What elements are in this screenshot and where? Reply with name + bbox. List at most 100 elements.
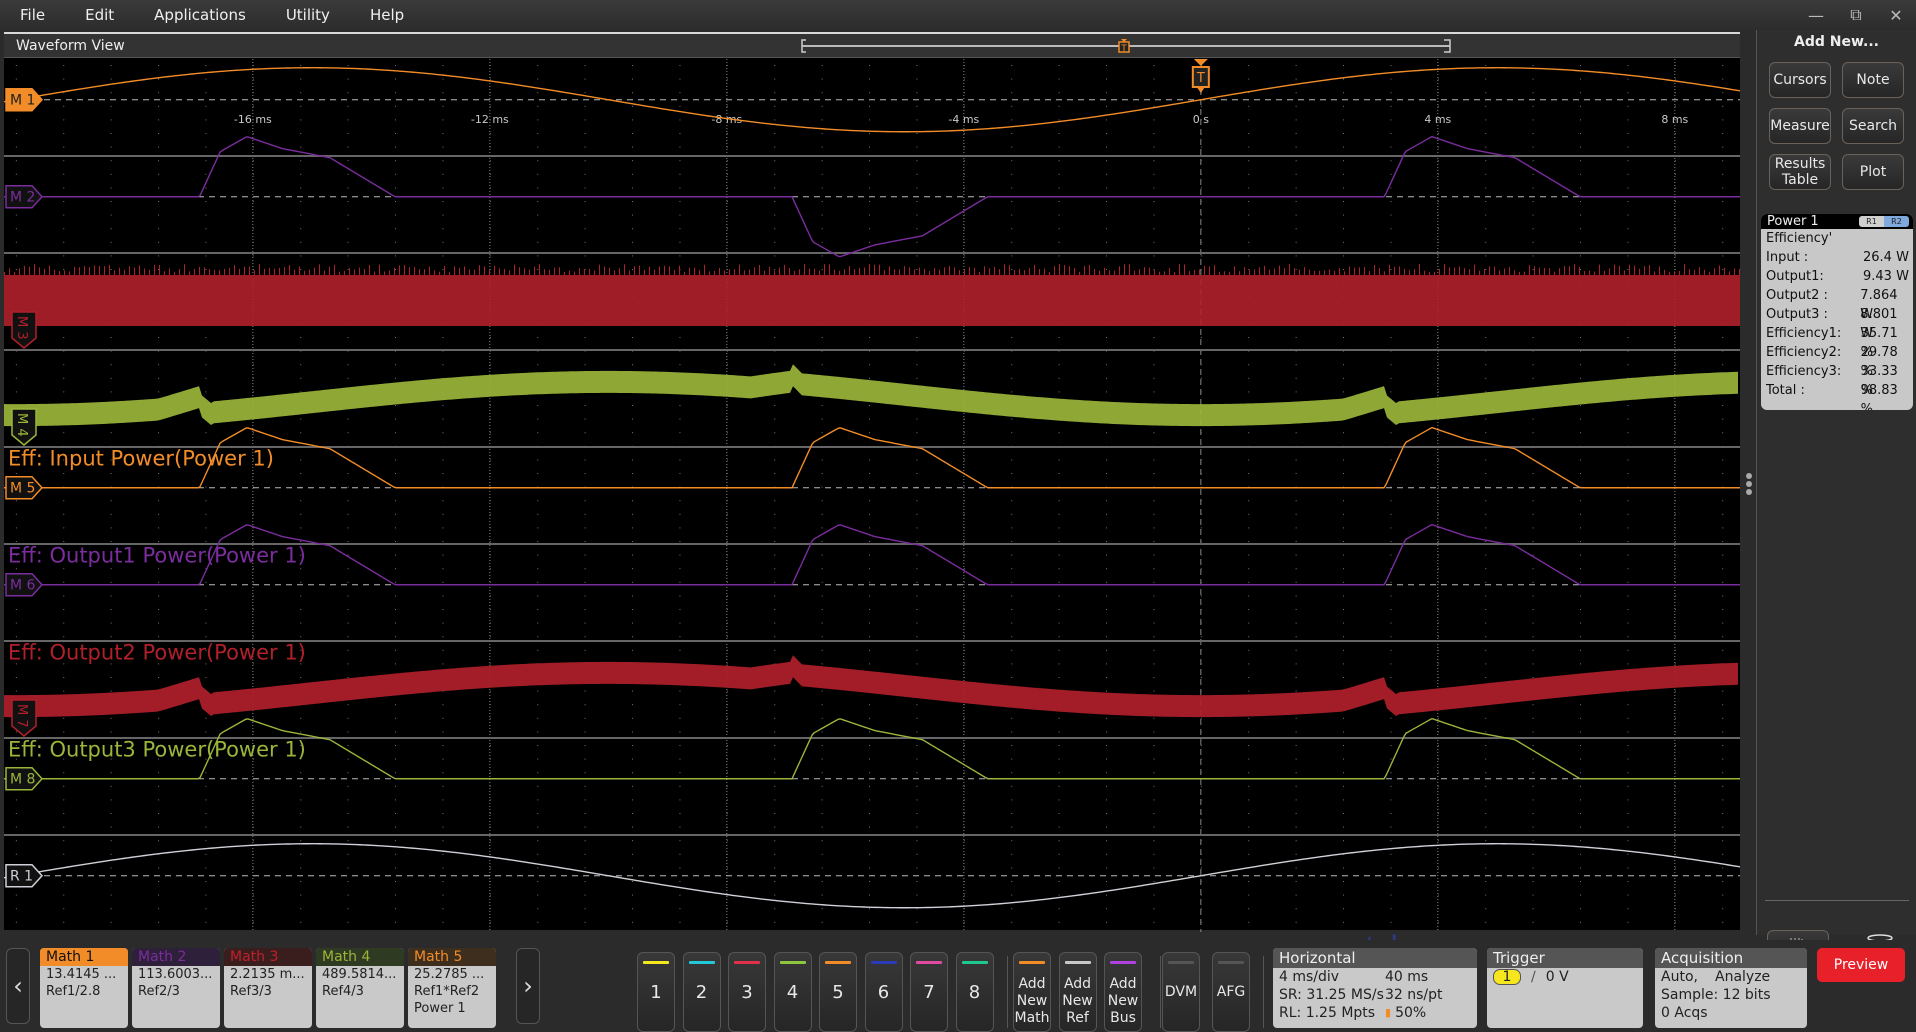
- lane-marker-M6[interactable]: M 6: [5, 572, 44, 597]
- horizontal-badge[interactable]: Horizontal 4 ms/div 40 ms SR: 31.25 MS/s 3…: [1273, 948, 1477, 1028]
- grid-dot: [679, 241, 681, 243]
- math-badge-1[interactable]: Math 1 13.4145 ... Ref1/2.8: [40, 948, 128, 1028]
- grid-dot: [963, 65, 965, 66]
- grid-dot: [1674, 663, 1676, 665]
- cursors-button[interactable]: Cursors: [1769, 62, 1831, 98]
- grid-dot: [489, 241, 491, 243]
- power-measurement-badge[interactable]: Power 1 R1 R2 Efficiency' Input :26.4 WO…: [1761, 214, 1913, 410]
- channel-button-4[interactable]: 4: [773, 952, 812, 1032]
- grid-dot: [1580, 663, 1582, 665]
- menu-help[interactable]: Help: [350, 6, 424, 24]
- acquisition-badge[interactable]: Acquisition Auto, Analyze Sample: 12 bits…: [1655, 948, 1807, 1028]
- lane-marker-R1[interactable]: R 1: [5, 863, 44, 888]
- lane-marker-M1[interactable]: M 1: [5, 87, 44, 112]
- grid-dot: [1058, 636, 1060, 638]
- noise-spike: [989, 268, 990, 275]
- results-table-button[interactable]: Results Table: [1769, 154, 1831, 190]
- channel-button-5[interactable]: 5: [819, 952, 857, 1032]
- grid-dot: [916, 364, 918, 366]
- grid-dot: [300, 894, 302, 896]
- search-button[interactable]: Search: [1842, 108, 1904, 144]
- channel-button-3[interactable]: 3: [728, 952, 766, 1032]
- noise-spike: [269, 267, 270, 275]
- scroll-right-button[interactable]: ›: [516, 948, 540, 1024]
- lane-marker-M5[interactable]: M 5: [5, 475, 44, 500]
- lane-marker-M3[interactable]: M 3: [11, 311, 37, 349]
- math-badge-4[interactable]: Math 4 489.5814... Ref4/3: [316, 948, 404, 1028]
- grid-dot: [916, 459, 918, 461]
- grid-dot: [158, 921, 160, 923]
- note-button[interactable]: Note: [1842, 62, 1904, 98]
- channel-label: 5: [832, 981, 844, 1003]
- math-badge-2[interactable]: Math 2 113.6003... Ref2/3: [132, 948, 220, 1028]
- grid-dot: [1390, 269, 1392, 270]
- scroll-left-button[interactable]: ‹: [6, 948, 30, 1024]
- channel-button-2[interactable]: 2: [682, 952, 721, 1032]
- math-badge-source: Ref1*Ref2: [414, 984, 480, 999]
- noise-spike: [659, 266, 660, 275]
- restore-icon[interactable]: ⧉: [1836, 5, 1876, 25]
- grid-dot: [1153, 513, 1155, 515]
- grid-dot: [1485, 119, 1487, 121]
- channel-button-6[interactable]: 6: [864, 952, 903, 1032]
- waveform-plot-area[interactable]: -16 ms -12 ms -8 ms -4 ms 0 s4 ms 8 ms M 1M 2M…: [4, 59, 1740, 932]
- measure-button[interactable]: Measure: [1769, 108, 1831, 144]
- grid-dot: [1200, 663, 1202, 665]
- grid-dot: [300, 622, 302, 624]
- grid-dot: [1248, 228, 1250, 230]
- preview-button[interactable]: Preview: [1817, 948, 1905, 982]
- math-badge-value: 489.5814...: [322, 967, 397, 982]
- channel-button-8[interactable]: 8: [955, 952, 994, 1032]
- menu-utility[interactable]: Utility: [266, 6, 350, 24]
- grid-dot: [1106, 636, 1108, 638]
- grid-dot: [1580, 459, 1582, 461]
- grid-dot: [489, 78, 491, 80]
- grid-dot: [15, 473, 17, 474]
- grid-dot: [679, 785, 681, 787]
- grid-dot: [395, 241, 397, 243]
- close-icon[interactable]: ✕: [1876, 6, 1916, 25]
- grid-dot: [158, 908, 160, 910]
- channel-color-bar: [825, 961, 851, 964]
- afg-button[interactable]: AFG: [1212, 952, 1250, 1032]
- grid-dot: [205, 541, 207, 542]
- grid-dot: [300, 173, 302, 175]
- grid-dot: [63, 241, 65, 243]
- grid-dot: [726, 826, 728, 828]
- math-badge-5[interactable]: Math 5 25.2785 ... Ref1*Ref2 Power 1: [408, 948, 496, 1028]
- trigger-badge[interactable]: Trigger 1 ∕ 0 V: [1487, 948, 1643, 1028]
- lane-marker-M4[interactable]: M 4: [11, 408, 37, 446]
- menu-applications[interactable]: Applications: [134, 6, 266, 24]
- grid-dot: [110, 581, 112, 583]
- plot-button[interactable]: Plot: [1842, 154, 1904, 190]
- trigger-marker[interactable]: T: [1191, 59, 1210, 93]
- record-overview-bar[interactable]: T: [800, 39, 1600, 53]
- add-new-bus-button[interactable]: Add New Bus: [1104, 952, 1142, 1032]
- panel-resize-handle[interactable]: [1741, 32, 1757, 930]
- math-badge-value: 25.2785 ...: [414, 967, 485, 982]
- add-new-math-button[interactable]: Add New Math: [1013, 952, 1051, 1032]
- grid-dot: [774, 432, 776, 434]
- grid-dot: [110, 92, 112, 94]
- lane-marker-M2[interactable]: M 2: [5, 184, 44, 209]
- grid-dot: [869, 187, 871, 189]
- grid-dot: [1295, 228, 1297, 230]
- grid-dot: [1153, 432, 1155, 434]
- grid-dot: [679, 201, 681, 202]
- menu-edit[interactable]: Edit: [65, 6, 134, 24]
- add-new-ref-button[interactable]: Add New Ref: [1058, 952, 1097, 1032]
- lane-marker-M7[interactable]: M 7: [11, 699, 37, 737]
- menu-file[interactable]: File: [0, 6, 65, 24]
- dvm-button[interactable]: DVM: [1162, 952, 1200, 1032]
- noise-spike: [134, 267, 135, 275]
- grid-dot: [63, 201, 65, 202]
- grid-dot: [1200, 921, 1202, 923]
- minimize-icon[interactable]: —: [1796, 6, 1836, 25]
- math-badge-3[interactable]: Math 3 2.2135 m... Ref3/3: [224, 948, 312, 1028]
- channel-button-1[interactable]: 1: [637, 952, 675, 1032]
- channel-button-7[interactable]: 7: [910, 952, 948, 1032]
- noise-spike: [1404, 268, 1405, 275]
- grid-dot: [395, 758, 397, 760]
- lane-marker-M8[interactable]: M 8: [5, 766, 44, 791]
- grid-dot: [442, 513, 444, 515]
